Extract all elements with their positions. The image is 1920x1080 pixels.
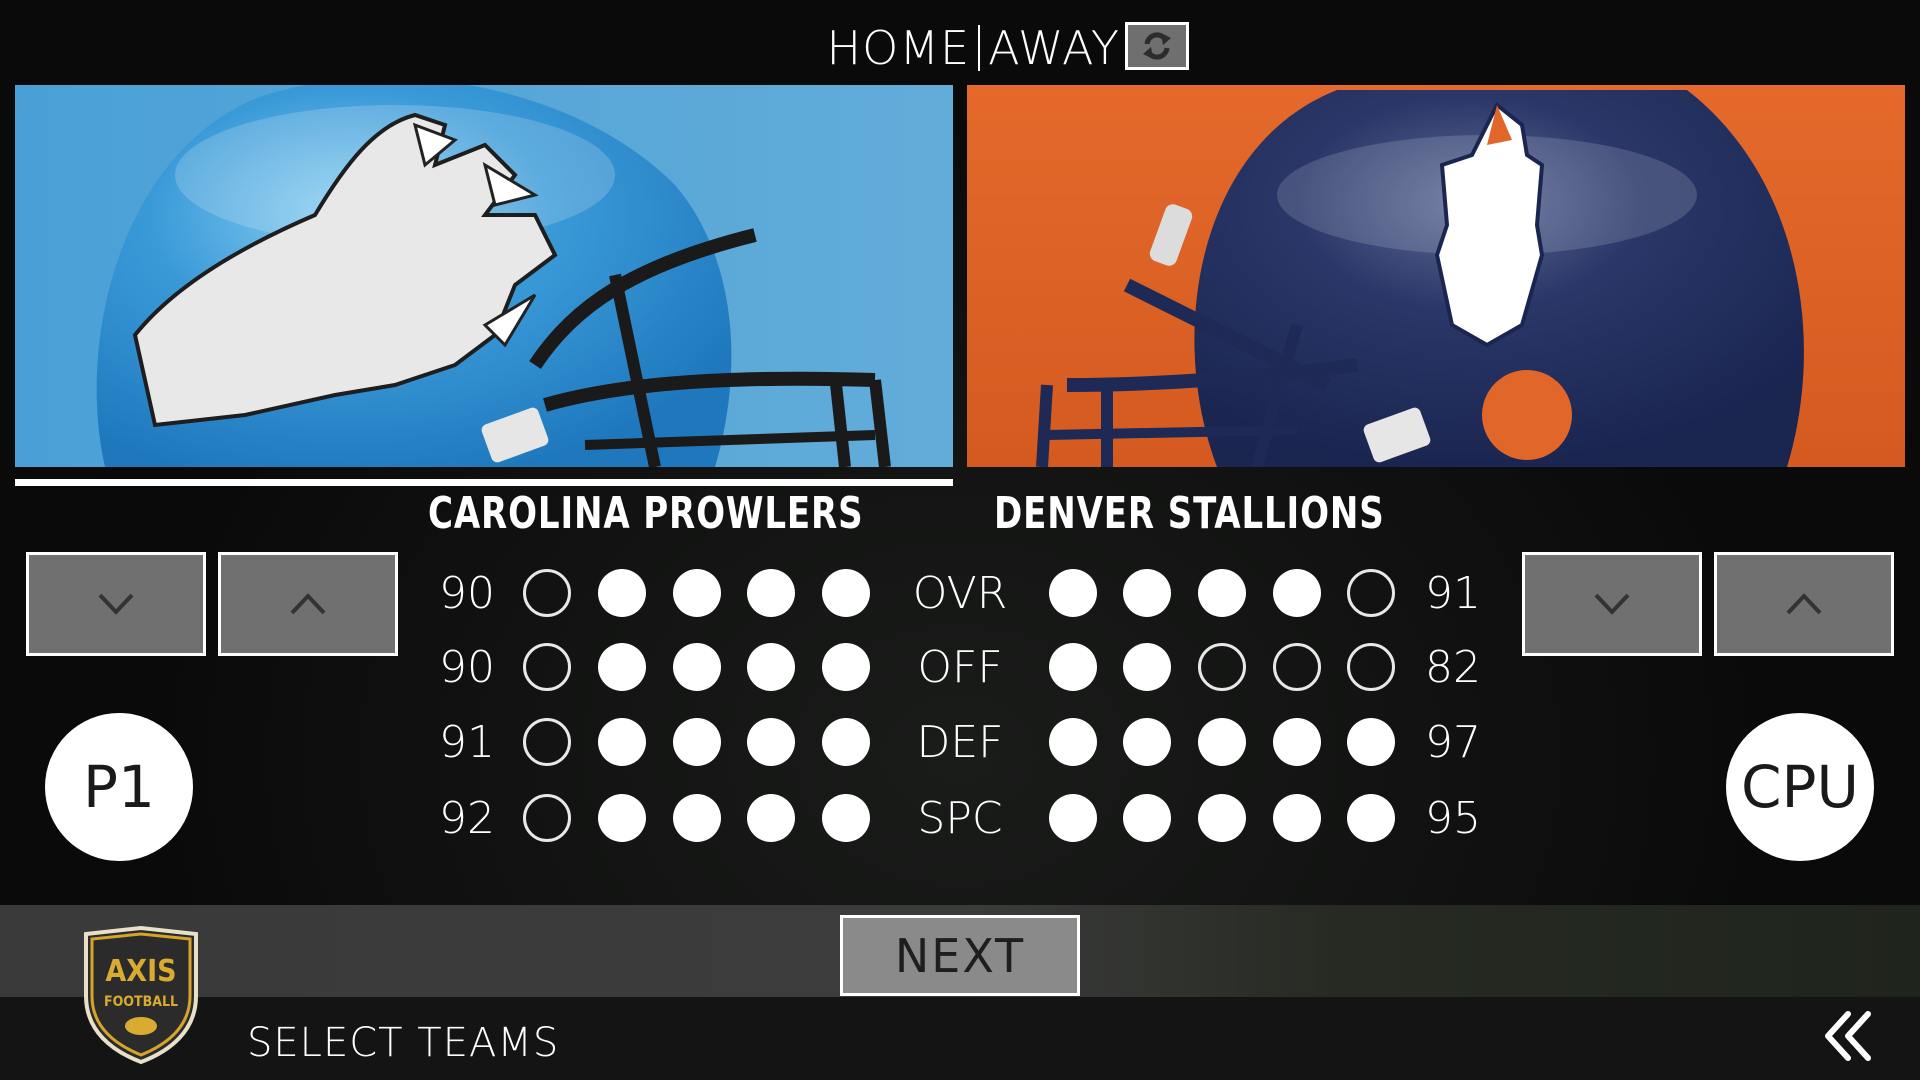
rating-label-ovr: OVR: [912, 567, 1008, 619]
rating-dot-filled: [1123, 643, 1171, 691]
rating-dot-filled: [1347, 794, 1395, 842]
stallions-helmet-image: [1036, 90, 1804, 467]
chevron-down-icon: [1594, 593, 1630, 615]
rating-dot-filled: [747, 643, 795, 691]
football-icon: [125, 1017, 157, 1035]
rating-dot-empty: [523, 794, 571, 842]
screen-title: SELECT TEAMS: [247, 1020, 560, 1066]
rating-dot-filled: [747, 718, 795, 766]
away-team-helmet-panel[interactable]: [967, 85, 1905, 467]
chevron-down-icon: [98, 593, 134, 615]
rating-dot-filled: [1273, 569, 1321, 617]
rating-dot-filled: [1123, 794, 1171, 842]
home-team-helmet-panel[interactable]: [15, 85, 953, 467]
rating-dot-empty: [1198, 643, 1246, 691]
home-controller-toggle[interactable]: P1: [45, 713, 193, 861]
back-button[interactable]: [1822, 1010, 1874, 1062]
away-prev-team-button[interactable]: [1522, 552, 1702, 656]
rating-dot-empty: [1273, 643, 1321, 691]
rating-dot-filled: [1198, 569, 1246, 617]
away-next-team-button[interactable]: [1714, 552, 1894, 656]
rating-dot-filled: [1273, 718, 1321, 766]
rating-dot-filled: [1198, 794, 1246, 842]
rating-dot-empty: [523, 643, 571, 691]
rating-dot-filled: [1123, 718, 1171, 766]
rating-dot-filled: [1123, 569, 1171, 617]
rating-label-def: DEF: [916, 716, 1004, 768]
away-rating-value: 97: [1425, 716, 1481, 768]
next-button[interactable]: NEXT: [840, 915, 1080, 996]
rating-dot-filled: [598, 569, 646, 617]
rating-dot-empty: [523, 569, 571, 617]
rating-dot-empty: [1347, 643, 1395, 691]
swap-sides-button[interactable]: [1125, 22, 1189, 70]
rating-dot-filled: [747, 569, 795, 617]
home-rating-value: 92: [439, 792, 495, 844]
prowlers-helmet-image: [96, 85, 891, 467]
away-rating-value: 82: [1425, 641, 1481, 693]
rating-dot-filled: [598, 643, 646, 691]
rating-dot-filled: [1273, 794, 1321, 842]
away-rating-value: 91: [1425, 567, 1481, 619]
rating-dot-filled: [673, 718, 721, 766]
rating-dot-filled: [822, 794, 870, 842]
rating-dot-filled: [822, 569, 870, 617]
rating-dot-filled: [1347, 718, 1395, 766]
rating-label-off: OFF: [917, 641, 1003, 693]
rating-dot-filled: [598, 794, 646, 842]
home-team-name: CAROLINA PROWLERS: [428, 488, 864, 539]
rating-dot-filled: [1049, 643, 1097, 691]
home-prev-team-button[interactable]: [26, 552, 206, 656]
rating-dot-filled: [1049, 794, 1097, 842]
rating-dot-filled: [1198, 718, 1246, 766]
home-rating-value: 90: [439, 567, 495, 619]
rating-dot-filled: [747, 794, 795, 842]
double-chevron-left-icon: [1825, 1011, 1871, 1061]
logo-text-football: FOOTBALL: [104, 994, 178, 1010]
home-rating-value: 91: [439, 716, 495, 768]
rating-dot-filled: [673, 643, 721, 691]
rating-dot-filled: [1049, 569, 1097, 617]
away-rating-value: 95: [1425, 792, 1481, 844]
home-next-team-button[interactable]: [218, 552, 398, 656]
rating-dot-filled: [822, 718, 870, 766]
chevron-up-icon: [290, 593, 326, 615]
away-label: AWAY: [988, 21, 1120, 75]
home-rating-value: 90: [439, 641, 495, 693]
logo-text-axis: AXIS: [105, 954, 176, 989]
home-label: HOME: [826, 21, 971, 75]
title-separator: [978, 25, 981, 71]
rating-dot-empty: [523, 718, 571, 766]
rating-dot-filled: [598, 718, 646, 766]
selected-team-indicator: [15, 479, 953, 486]
rating-dot-filled: [1049, 718, 1097, 766]
away-team-name: DENVER STALLIONS: [994, 488, 1385, 539]
home-away-title: HOME AWAY: [700, 18, 1120, 78]
swap-refresh-icon: [1143, 32, 1171, 60]
axis-football-logo: AXIS FOOTBALL: [80, 925, 202, 1065]
chevron-up-icon: [1786, 593, 1822, 615]
rating-dot-filled: [822, 643, 870, 691]
rating-label-spc: SPC: [917, 792, 1003, 844]
away-controller-toggle[interactable]: CPU: [1726, 713, 1874, 861]
rating-dot-filled: [673, 569, 721, 617]
rating-dot-empty: [1347, 569, 1395, 617]
rating-dot-filled: [673, 794, 721, 842]
